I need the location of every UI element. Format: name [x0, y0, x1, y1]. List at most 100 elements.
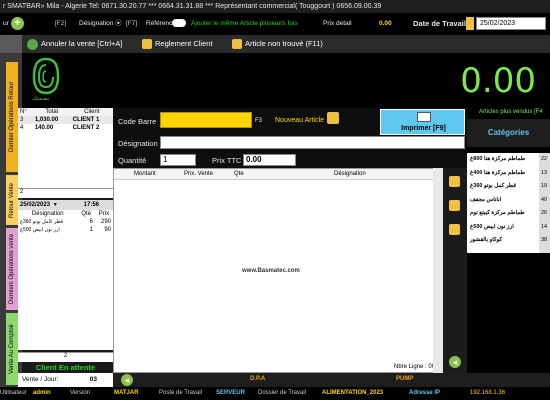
items-table-header: Montant Prix. Vente Qte Désignation — [114, 169, 442, 180]
user-label: Utilisateur — [0, 390, 27, 396]
undo-icon — [27, 38, 38, 50]
items-table: Montant Prix. Vente Qte Désignation www.… — [113, 168, 443, 373]
history-date: 25/02/2023 — [20, 202, 51, 208]
dropdown-icon[interactable]: ▾ — [54, 202, 57, 208]
list-item[interactable]: طماطم مركزة هنا 800غ 22 — [467, 153, 550, 167]
options-bar: ur + [F2] Désignation ⦿ [F7] Référence A… — [0, 13, 550, 35]
col-header-n: N° — [20, 109, 27, 115]
bottom-nav-bar: ◂ D.P.A PUMP — [113, 373, 467, 387]
item-count: 14 — [541, 223, 548, 230]
tab-derniers-operations-vente[interactable]: Derniers Opérations vente — [6, 228, 18, 310]
calendar-icon[interactable] — [466, 17, 474, 30]
date-travail-input[interactable]: 25/02/2023 — [476, 17, 546, 30]
list-item[interactable]: طماطم مركزة كيبتع توم 26 — [467, 207, 550, 221]
f7-shortcut: [F7] — [126, 20, 138, 27]
new-article-icon[interactable] — [327, 112, 339, 124]
total-display-area: بصمتك 0.00 — [22, 53, 550, 108]
tab-derniers-operations-retour[interactable]: Dernier Opérations Retour — [6, 62, 18, 172]
printer-icon — [417, 112, 431, 122]
history-count: 2 — [18, 352, 113, 362]
list-item[interactable]: قطر كمل بوتو 360غ 19 — [467, 180, 550, 194]
window-title: r SMATBAR» Mila - Algerie Tel: 0671.30.2… — [0, 0, 550, 13]
tab-retour-vente[interactable]: Retour Vente — [6, 175, 18, 225]
col-header-designation: Désignation — [31, 211, 64, 217]
nbre-ligne-label: Nbre Ligne : — [394, 364, 427, 370]
item-count: 38 — [541, 237, 548, 243]
dossier-value: ALIMENTATION_2023 — [322, 390, 384, 396]
prix-ttc-input[interactable]: 0.00 — [243, 154, 296, 166]
list-icon[interactable] — [449, 224, 460, 235]
poste-label: Poste de Travail — [159, 390, 203, 396]
annuler-vente-label: Annuler la vente [Ctrl+A] — [41, 39, 123, 48]
table-row[interactable]: ارز نون ابيض 500غ 1 90 — [18, 226, 113, 234]
client-en-attente-label[interactable]: Client En attente — [18, 363, 113, 373]
toggle-switch[interactable] — [172, 19, 186, 27]
prix-ttc-label: Prix TTC — [212, 156, 242, 165]
action-bar: Annuler la vente [Ctrl+A] Reglement Clie… — [0, 35, 550, 53]
nouveau-article-button[interactable]: Nouveau Article — [275, 117, 324, 124]
col-header-designation: Désignation — [334, 171, 366, 177]
item-count: 40 — [541, 196, 548, 203]
imprimer-button[interactable]: Imprimer [F9] — [380, 109, 465, 135]
annuler-vente-button[interactable]: Annuler la vente [Ctrl+A] — [27, 37, 123, 51]
col-header-prix-vente: Prix. Vente — [184, 171, 214, 177]
logo-text: بصمتك — [32, 96, 50, 102]
prix-detail-value: 0.00 — [379, 20, 392, 27]
designation-radio-label: Désignation — [79, 20, 114, 27]
items-scrollbar[interactable] — [433, 168, 443, 373]
list-item[interactable]: كوكاو بالقشور 38 — [467, 234, 550, 248]
article-non-trouve-button[interactable]: Article non trouvé (F11) — [232, 37, 323, 51]
edit-icon[interactable] — [449, 176, 460, 187]
row-prix: 90 — [104, 227, 111, 233]
item-name: طماطم مركزة كيبتع توم — [470, 210, 525, 216]
tab-vente-au-comptoir[interactable]: Vente Au Comptoir — [6, 313, 18, 385]
categories-label: Catégories — [487, 128, 530, 137]
vente-jour-label: Vente / Jour: — [22, 376, 59, 383]
categories-header[interactable]: Catégories — [467, 119, 550, 147]
table-row[interactable]: قطر كامل بوتو 360غ 6 290 — [18, 218, 113, 226]
list-item[interactable]: طماطم مركزة هنا 400غ 13 — [467, 167, 550, 181]
code-barre-input[interactable] — [160, 112, 252, 128]
row-total: 1,030.00 — [34, 117, 59, 123]
articles-plus-vendus-label[interactable]: Articles plus vendus [F4 — [479, 109, 543, 115]
f2-shortcut: [F2] — [55, 20, 67, 27]
list-item[interactable]: اناناس مجفف 40 — [467, 194, 550, 208]
designation-input[interactable] — [160, 136, 465, 149]
code-barre-label: Code Barre — [118, 117, 157, 126]
row-n: 3 — [20, 117, 24, 123]
date-travail-label: Date de Travail — [413, 19, 466, 28]
item-count: 22 — [541, 156, 548, 162]
list-item[interactable]: ارز نون ابيض 500غ 14 — [467, 221, 550, 235]
discount-icon[interactable] — [449, 200, 460, 211]
add-icon[interactable]: + — [11, 17, 24, 30]
side-tools: ◂ — [443, 168, 467, 373]
coins-icon — [142, 39, 152, 50]
sidebar-toggle[interactable] — [0, 35, 22, 53]
row-designation: ارز نون ابيض 500غ — [20, 227, 60, 233]
row-total: 140.00 — [34, 125, 54, 131]
reglement-client-button[interactable]: Reglement Client — [142, 37, 213, 51]
table-row[interactable]: 4 140.00 CLIENT 2 — [18, 124, 113, 132]
arrow-left-icon[interactable]: ◂ — [121, 374, 133, 386]
history-time: 17:56 — [83, 202, 99, 208]
status-bar: Utilisateur admin Version MATJAR Poste d… — [0, 387, 550, 400]
user-value: admin — [33, 390, 51, 396]
row-qte: 6 — [89, 219, 93, 225]
col-header-qte: Qte — [234, 171, 244, 177]
nbre-ligne: Nbre Ligne : 00 — [394, 364, 435, 370]
quantite-input[interactable]: 1 — [160, 154, 196, 166]
poste-value: SERVEUR — [216, 390, 245, 396]
item-name: اناناس مجفف — [470, 196, 502, 203]
item-count: 26 — [541, 210, 548, 216]
row-n: 4 — [20, 125, 24, 131]
history-panel: Désignation Qté Prix قطر كامل بوتو 360غ … — [18, 210, 113, 350]
item-count: 19 — [541, 183, 548, 189]
user-prefix: ur — [3, 20, 9, 27]
table-row[interactable]: 3 1,030.00 CLIENT 1 — [18, 116, 113, 124]
col-header-total: Total — [45, 109, 59, 115]
row-prix: 290 — [100, 219, 111, 225]
version-value: MATJAR — [114, 390, 139, 396]
designation-radio[interactable]: Désignation ⦿ — [76, 17, 125, 31]
arrow-left-icon[interactable]: ◂ — [449, 356, 461, 368]
col-header-montant: Montant — [134, 171, 156, 177]
